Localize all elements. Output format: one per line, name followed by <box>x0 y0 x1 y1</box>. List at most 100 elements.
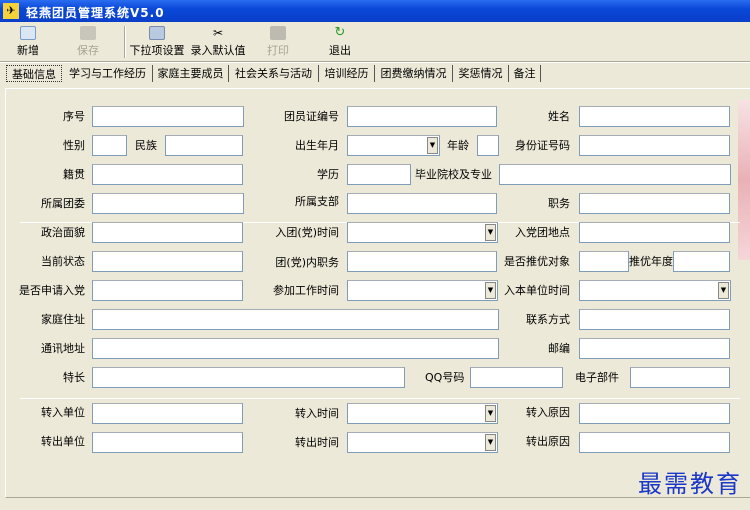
transfer-out-reason-label: 转出原因 <box>526 435 570 448</box>
mail-address-label: 通讯地址 <box>41 342 85 355</box>
tab-social[interactable]: 社会关系与活动 <box>229 65 319 82</box>
join-date-label: 入团(党)时间 <box>275 226 339 239</box>
political-status-label: 政治面貌 <box>41 226 85 239</box>
inner-post-input[interactable] <box>347 251 497 272</box>
divider <box>20 398 740 399</box>
transfer-in-unit-input[interactable] <box>92 403 243 424</box>
political-status-input[interactable] <box>92 222 243 243</box>
postcode-input[interactable] <box>579 338 730 359</box>
contact-input[interactable] <box>579 309 730 330</box>
join-place-input[interactable] <box>579 222 730 243</box>
work-start-combo[interactable]: ▼ <box>347 280 498 301</box>
work-start-label: 参加工作时间 <box>273 284 339 297</box>
age-input[interactable] <box>477 135 499 156</box>
join-date-combo[interactable]: ▼ <box>347 222 498 243</box>
tab-rewards[interactable]: 奖惩情况 <box>453 65 509 82</box>
contact-label: 联系方式 <box>526 313 570 326</box>
print-button[interactable]: 打印 <box>248 26 308 60</box>
watermark: 最需教育 <box>638 470 742 498</box>
dropdown-settings-label: 下拉项设置 <box>129 44 185 57</box>
dropdown-arrow-icon[interactable]: ▼ <box>485 434 496 451</box>
toolbar-separator <box>124 26 126 58</box>
birth-date-combo[interactable]: ▼ <box>347 135 440 156</box>
specialty-input[interactable] <box>92 367 405 388</box>
transfer-in-unit-label: 转入单位 <box>41 406 85 419</box>
mail-address-input[interactable] <box>92 338 499 359</box>
dropdown-arrow-icon[interactable]: ▼ <box>485 224 496 241</box>
dropdown-arrow-icon[interactable]: ▼ <box>718 282 729 299</box>
current-status-input[interactable] <box>92 251 243 272</box>
transfer-in-time-label: 转入时间 <box>295 407 339 420</box>
unit-join-combo[interactable]: ▼ <box>579 280 731 301</box>
name-label: 姓名 <box>548 110 570 123</box>
transfer-out-time-combo[interactable]: ▼ <box>347 432 498 453</box>
branch-label: 所属支部 <box>295 195 339 208</box>
position-label: 职务 <box>548 197 570 210</box>
dropdown-arrow-icon[interactable]: ▼ <box>485 405 496 422</box>
new-label: 新增 <box>17 44 39 57</box>
postcode-label: 邮编 <box>548 342 570 355</box>
recommend-year-input[interactable] <box>673 251 730 272</box>
tools-icon: ✂ <box>212 26 224 40</box>
education-label: 学历 <box>317 168 339 181</box>
gender-input[interactable] <box>92 135 127 156</box>
qq-input[interactable] <box>470 367 563 388</box>
branch-input[interactable] <box>347 193 497 214</box>
apply-party-input[interactable] <box>92 280 243 301</box>
tab-study-work[interactable]: 学习与工作经历 <box>63 65 153 82</box>
education-input[interactable] <box>347 164 411 185</box>
transfer-in-reason-label: 转入原因 <box>526 406 570 419</box>
school-major-input[interactable] <box>499 164 731 185</box>
recommend-year-label: 推优年度 <box>629 255 673 268</box>
transfer-in-reason-input[interactable] <box>579 403 730 424</box>
save-button[interactable]: 保存 <box>58 26 118 60</box>
home-address-input[interactable] <box>92 309 499 330</box>
exit-label: 退出 <box>329 44 351 57</box>
member-card-label: 团员证编号 <box>284 110 339 123</box>
qq-label: QQ号码 <box>425 371 465 384</box>
ethnicity-input[interactable] <box>165 135 243 156</box>
serial-label: 序号 <box>63 110 85 123</box>
toolbar-divider <box>0 61 750 63</box>
email-input[interactable] <box>630 367 730 388</box>
recommended-input[interactable] <box>579 251 629 272</box>
id-number-label: 身份证号码 <box>515 139 570 152</box>
ethnicity-label: 民族 <box>135 139 157 152</box>
serial-input[interactable] <box>92 106 244 127</box>
dropdown-settings-button[interactable]: 下拉项设置 <box>127 26 187 60</box>
position-input[interactable] <box>579 193 730 214</box>
birth-date-label: 出生年月 <box>295 139 339 152</box>
league-committee-label: 所属团委 <box>41 197 85 210</box>
print-label: 打印 <box>267 44 289 57</box>
exit-button[interactable]: ↻ 退出 <box>310 26 370 60</box>
new-document-icon <box>20 26 36 40</box>
new-button[interactable]: 新增 <box>0 26 58 60</box>
tab-fees[interactable]: 团费缴纳情况 <box>375 65 453 82</box>
settings-window-icon <box>149 26 165 40</box>
dropdown-arrow-icon[interactable]: ▼ <box>427 137 438 154</box>
home-address-label: 家庭住址 <box>41 313 85 326</box>
tab-training[interactable]: 培训经历 <box>319 65 375 82</box>
transfer-out-unit-input[interactable] <box>92 432 243 453</box>
id-number-input[interactable] <box>579 135 730 156</box>
title-bar: ✈ 轻燕团员管理系统V5.0 <box>0 0 750 22</box>
printer-icon <box>270 26 286 40</box>
tab-notes[interactable]: 备注 <box>509 65 541 82</box>
transfer-out-reason-input[interactable] <box>579 432 730 453</box>
league-committee-input[interactable] <box>92 193 244 214</box>
default-values-label: 录入默认值 <box>190 44 246 57</box>
photo-area[interactable] <box>738 100 750 260</box>
tab-basic-info[interactable]: 基础信息 <box>6 65 62 82</box>
name-input[interactable] <box>579 106 730 127</box>
member-card-input[interactable] <box>347 106 497 127</box>
tab-family[interactable]: 家庭主要成员 <box>153 65 229 82</box>
age-label: 年龄 <box>447 139 469 152</box>
default-values-button[interactable]: ✂ 录入默认值 <box>188 26 248 60</box>
transfer-in-time-combo[interactable]: ▼ <box>347 403 498 424</box>
native-place-input[interactable] <box>92 164 243 185</box>
join-place-label: 入党团地点 <box>515 226 570 239</box>
save-label: 保存 <box>77 44 99 57</box>
email-label: 电子部件 <box>575 371 619 384</box>
transfer-out-unit-label: 转出单位 <box>41 435 85 448</box>
window-title: 轻燕团员管理系统V5.0 <box>26 6 165 20</box>
